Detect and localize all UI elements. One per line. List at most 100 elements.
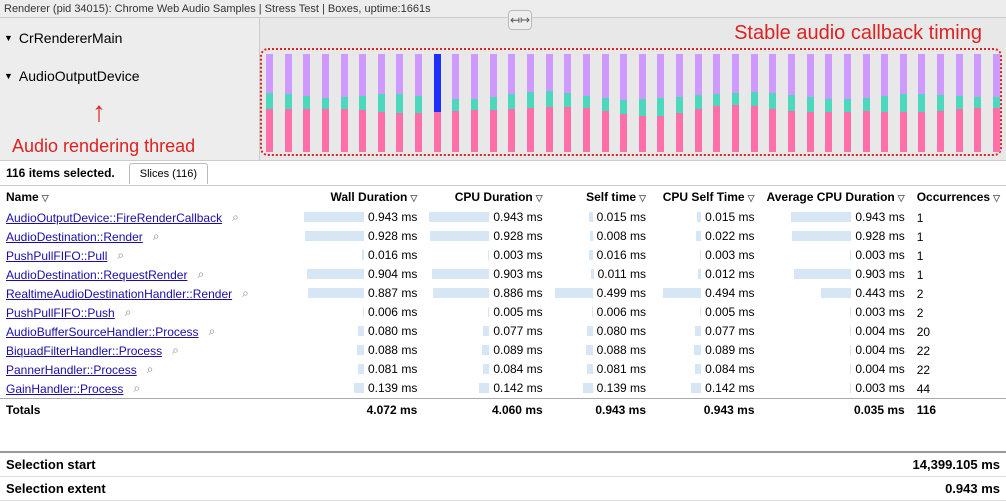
magnify-icon[interactable]: ⌕ xyxy=(232,210,239,225)
trace-slice[interactable] xyxy=(657,54,664,152)
cpu-self-time: 0.077 ms xyxy=(652,322,760,341)
col-cpu[interactable]: CPU Duration▽ xyxy=(423,186,548,208)
table-row[interactable]: AudioOutputDevice::FireRenderCallback⌕0.… xyxy=(0,208,1006,227)
function-link[interactable]: PushPullFIFO::Push xyxy=(6,306,115,320)
tab-slices[interactable]: Slices (116) xyxy=(129,163,208,184)
chevron-down-icon[interactable]: ▼ xyxy=(4,71,13,81)
function-link[interactable]: BiquadFilterHandler::Process xyxy=(6,344,162,358)
trace-slice[interactable] xyxy=(471,54,478,152)
expand-icon: ↤↦ xyxy=(510,13,530,27)
table-row[interactable]: PushPullFIFO::Push⌕0.006 ms0.005 ms0.006… xyxy=(0,303,1006,322)
table-row[interactable]: BiquadFilterHandler::Process⌕0.088 ms0.0… xyxy=(0,341,1006,360)
thread-row-renderer[interactable]: ▼ CrRendererMain xyxy=(4,30,255,46)
trace-slice[interactable] xyxy=(322,54,329,152)
magnify-icon[interactable]: ⌕ xyxy=(172,343,179,358)
trace-slice[interactable] xyxy=(937,54,944,152)
table-row[interactable]: AudioBufferSourceHandler::Process⌕0.080 … xyxy=(0,322,1006,341)
magnify-icon[interactable]: ⌕ xyxy=(117,248,124,263)
thread-row-audio[interactable]: ▼ AudioOutputDevice xyxy=(4,68,255,84)
expand-toggle[interactable]: ↤↦ xyxy=(508,10,532,30)
trace-slice[interactable] xyxy=(452,54,459,152)
footer: Selection start 14,399.105 ms Selection … xyxy=(0,451,1006,501)
trace-slice[interactable] xyxy=(695,54,702,152)
trace-slice[interactable] xyxy=(639,54,646,152)
trace-slice[interactable] xyxy=(769,54,776,152)
col-self[interactable]: Self time▽ xyxy=(549,186,652,208)
trace-slice[interactable] xyxy=(844,54,851,152)
trace-slice[interactable] xyxy=(900,54,907,152)
function-link[interactable]: PannerHandler::Process xyxy=(6,363,137,377)
trace-slice[interactable] xyxy=(434,54,441,152)
sort-icon: ▽ xyxy=(748,193,755,204)
trace-slice[interactable] xyxy=(825,54,832,152)
table-row[interactable]: AudioDestination::RequestRender⌕0.904 ms… xyxy=(0,265,1006,284)
trace-slice[interactable] xyxy=(415,54,422,152)
magnify-icon[interactable]: ⌕ xyxy=(133,381,140,396)
trace-slice[interactable] xyxy=(863,54,870,152)
magnify-icon[interactable]: ⌕ xyxy=(153,229,160,244)
selection-extent-label: Selection extent xyxy=(6,481,106,496)
table-row[interactable]: PannerHandler::Process⌕0.081 ms0.084 ms0… xyxy=(0,360,1006,379)
trace-slice[interactable] xyxy=(378,54,385,152)
occurrences: 44 xyxy=(911,379,1006,399)
trace-slice[interactable] xyxy=(285,54,292,152)
trace-slice[interactable] xyxy=(266,54,273,152)
function-link[interactable]: GainHandler::Process xyxy=(6,382,123,396)
trace-slice[interactable] xyxy=(359,54,366,152)
trace-slice[interactable] xyxy=(396,54,403,152)
trace-slice[interactable] xyxy=(788,54,795,152)
chevron-down-icon[interactable]: ▼ xyxy=(4,33,13,43)
self-time: 0.081 ms xyxy=(549,360,652,379)
trace-slice[interactable] xyxy=(807,54,814,152)
col-wall[interactable]: Wall Duration▽ xyxy=(298,186,423,208)
cpu-duration: 0.005 ms xyxy=(423,303,548,322)
col-cpu-self[interactable]: CPU Self Time▽ xyxy=(652,186,760,208)
self-time: 0.088 ms xyxy=(549,341,652,360)
function-link[interactable]: AudioDestination::Render xyxy=(6,230,143,244)
table-row[interactable]: GainHandler::Process⌕0.139 ms0.142 ms0.1… xyxy=(0,379,1006,399)
trace-slice[interactable] xyxy=(527,54,534,152)
table-row[interactable]: RealtimeAudioDestinationHandler::Render ⌕… xyxy=(0,284,1006,303)
trace-slice[interactable] xyxy=(713,54,720,152)
trace-slice[interactable] xyxy=(993,54,1000,152)
table-row[interactable]: AudioDestination::Render⌕0.928 ms0.928 m… xyxy=(0,227,1006,246)
avg-cpu-duration: 0.903 ms xyxy=(761,265,911,284)
trace-slice[interactable] xyxy=(303,54,310,152)
trace-slice[interactable] xyxy=(546,54,553,152)
trace-slice[interactable] xyxy=(564,54,571,152)
magnify-icon[interactable]: ⌕ xyxy=(209,324,216,339)
magnify-icon[interactable]: ⌕ xyxy=(242,286,249,301)
function-link[interactable]: PushPullFIFO::Pull xyxy=(6,249,107,263)
function-link[interactable]: AudioDestination::RequestRender xyxy=(6,268,187,282)
trace-slice[interactable] xyxy=(620,54,627,152)
trace-slice[interactable] xyxy=(490,54,497,152)
magnify-icon[interactable]: ⌕ xyxy=(197,267,204,282)
trace-slices[interactable] xyxy=(266,54,1000,152)
magnify-icon[interactable]: ⌕ xyxy=(125,305,132,320)
function-link[interactable]: RealtimeAudioDestinationHandler::Render xyxy=(6,287,232,301)
trace-slice[interactable] xyxy=(974,54,981,152)
self-time: 0.016 ms xyxy=(549,246,652,265)
cpu-self-time: 0.142 ms xyxy=(652,379,760,399)
trace-slice[interactable] xyxy=(676,54,683,152)
col-name[interactable]: Name▽ xyxy=(0,186,298,208)
function-link[interactable]: AudioOutputDevice::FireRenderCallback xyxy=(6,211,222,225)
trace-slice[interactable] xyxy=(751,54,758,152)
col-avg-cpu[interactable]: Average CPU Duration▽ xyxy=(761,186,911,208)
trace-slice[interactable] xyxy=(881,54,888,152)
sort-icon: ▽ xyxy=(42,193,49,204)
trace-slice[interactable] xyxy=(583,54,590,152)
col-occ[interactable]: Occurrences▽ xyxy=(911,186,1006,208)
trace-slice[interactable] xyxy=(341,54,348,152)
table-row[interactable]: PushPullFIFO::Pull⌕0.016 ms0.003 ms0.016… xyxy=(0,246,1006,265)
magnify-icon[interactable]: ⌕ xyxy=(147,362,154,377)
function-link[interactable]: AudioBufferSourceHandler::Process xyxy=(6,325,199,339)
trace-slice[interactable] xyxy=(602,54,609,152)
avg-cpu-duration: 0.004 ms xyxy=(761,360,911,379)
trace-slice[interactable] xyxy=(732,54,739,152)
wall-duration: 0.887 ms xyxy=(298,284,423,303)
trace-pane[interactable]: Stable audio callback timing xyxy=(260,18,1006,160)
trace-slice[interactable] xyxy=(956,54,963,152)
trace-slice[interactable] xyxy=(508,54,515,152)
trace-slice[interactable] xyxy=(918,54,925,152)
